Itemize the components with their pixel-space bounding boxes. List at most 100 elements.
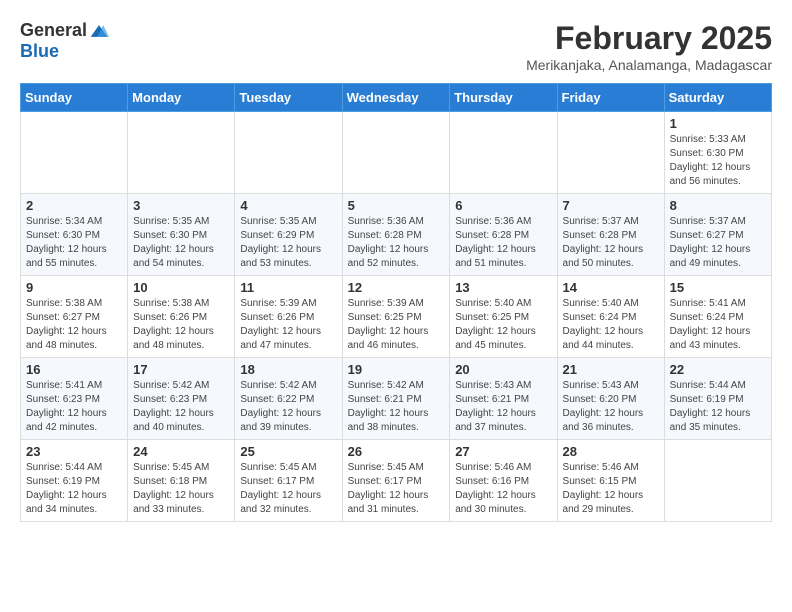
calendar-week-5: 23Sunrise: 5:44 AM Sunset: 6:19 PM Dayli… <box>21 440 772 522</box>
day-number: 20 <box>455 362 551 377</box>
day-info: Sunrise: 5:36 AM Sunset: 6:28 PM Dayligh… <box>455 215 551 271</box>
calendar-cell: 12 Sunrise: 5:39 AM Sunset: 6:25 PM Dayli… <box>342 276 450 358</box>
day-info: Sunrise: 5:34 AM Sunset: 6:30 PM Dayligh… <box>26 215 122 271</box>
day-info: Sunrise: 5:46 AM Sunset: 6:15 PM Dayligh… <box>563 461 659 517</box>
calendar-cell: 2 Sunrise: 5:34 AM Sunset: 6:30 PM Daylig… <box>21 194 128 276</box>
calendar-cell: 23Sunrise: 5:44 AM Sunset: 6:19 PM Dayli… <box>21 440 128 522</box>
day-info: Sunrise: 5:40 AM Sunset: 6:25 PM Dayligh… <box>455 297 551 353</box>
weekday-header-sunday: Sunday <box>21 84 128 112</box>
calendar-cell: 6 Sunrise: 5:36 AM Sunset: 6:28 PM Daylig… <box>450 194 557 276</box>
calendar-week-2: 2 Sunrise: 5:34 AM Sunset: 6:30 PM Daylig… <box>21 194 772 276</box>
day-info: Sunrise: 5:36 AM Sunset: 6:28 PM Dayligh… <box>348 215 445 271</box>
calendar-cell: 18 Sunrise: 5:42 AM Sunset: 6:22 PM Dayli… <box>235 358 342 440</box>
day-number: 24 <box>133 444 229 459</box>
day-number: 14 <box>563 280 659 295</box>
day-number: 28 <box>563 444 659 459</box>
day-number: 22 <box>670 362 766 377</box>
calendar-cell: 25 Sunrise: 5:45 AM Sunset: 6:17 PM Dayli… <box>235 440 342 522</box>
calendar-cell: 21 Sunrise: 5:43 AM Sunset: 6:20 PM Dayli… <box>557 358 664 440</box>
day-number: 1 <box>670 116 766 131</box>
location-title: Merikanjaka, Analamanga, Madagascar <box>526 57 772 73</box>
calendar-week-1: 1 Sunrise: 5:33 AM Sunset: 6:30 PM Daylig… <box>21 112 772 194</box>
calendar-cell: 28 Sunrise: 5:46 AM Sunset: 6:15 PM Dayli… <box>557 440 664 522</box>
logo: General Blue <box>20 20 109 62</box>
logo-blue-text: Blue <box>20 41 59 62</box>
calendar-week-3: 9 Sunrise: 5:38 AM Sunset: 6:27 PM Daylig… <box>21 276 772 358</box>
day-info: Sunrise: 5:33 AM Sunset: 6:30 PM Dayligh… <box>670 133 766 189</box>
day-info: Sunrise: 5:42 AM Sunset: 6:21 PM Dayligh… <box>348 379 445 435</box>
weekday-header-tuesday: Tuesday <box>235 84 342 112</box>
logo-general-text: General <box>20 20 87 41</box>
day-info: Sunrise: 5:37 AM Sunset: 6:28 PM Dayligh… <box>563 215 659 271</box>
day-number: 13 <box>455 280 551 295</box>
calendar-cell: 5 Sunrise: 5:36 AM Sunset: 6:28 PM Daylig… <box>342 194 450 276</box>
day-info: Sunrise: 5:42 AM Sunset: 6:23 PM Dayligh… <box>133 379 229 435</box>
day-number: 26 <box>348 444 445 459</box>
weekday-header-thursday: Thursday <box>450 84 557 112</box>
month-title: February 2025 <box>526 20 772 57</box>
calendar-cell <box>235 112 342 194</box>
title-area: February 2025 Merikanjaka, Analamanga, M… <box>526 20 772 73</box>
day-number: 12 <box>348 280 445 295</box>
weekday-header-wednesday: Wednesday <box>342 84 450 112</box>
day-info: Sunrise: 5:38 AM Sunset: 6:27 PM Dayligh… <box>26 297 122 353</box>
day-info: Sunrise: 5:45 AM Sunset: 6:17 PM Dayligh… <box>240 461 336 517</box>
day-number: 19 <box>348 362 445 377</box>
calendar: SundayMondayTuesdayWednesdayThursdayFrid… <box>20 83 772 522</box>
day-number: 9 <box>26 280 122 295</box>
day-number: 6 <box>455 198 551 213</box>
day-info: Sunrise: 5:46 AM Sunset: 6:16 PM Dayligh… <box>455 461 551 517</box>
calendar-week-4: 16Sunrise: 5:41 AM Sunset: 6:23 PM Dayli… <box>21 358 772 440</box>
day-info: Sunrise: 5:37 AM Sunset: 6:27 PM Dayligh… <box>670 215 766 271</box>
calendar-header-row: SundayMondayTuesdayWednesdayThursdayFrid… <box>21 84 772 112</box>
calendar-cell: 13 Sunrise: 5:40 AM Sunset: 6:25 PM Dayli… <box>450 276 557 358</box>
calendar-cell: 24 Sunrise: 5:45 AM Sunset: 6:18 PM Dayli… <box>128 440 235 522</box>
day-info: Sunrise: 5:43 AM Sunset: 6:20 PM Dayligh… <box>563 379 659 435</box>
calendar-cell: 20Sunrise: 5:43 AM Sunset: 6:21 PM Dayli… <box>450 358 557 440</box>
day-info: Sunrise: 5:39 AM Sunset: 6:25 PM Dayligh… <box>348 297 445 353</box>
calendar-cell: 15Sunrise: 5:41 AM Sunset: 6:24 PM Dayli… <box>664 276 771 358</box>
calendar-cell: 14 Sunrise: 5:40 AM Sunset: 6:24 PM Dayli… <box>557 276 664 358</box>
calendar-cell: 7 Sunrise: 5:37 AM Sunset: 6:28 PM Daylig… <box>557 194 664 276</box>
calendar-cell: 4 Sunrise: 5:35 AM Sunset: 6:29 PM Daylig… <box>235 194 342 276</box>
calendar-cell: 22 Sunrise: 5:44 AM Sunset: 6:19 PM Dayli… <box>664 358 771 440</box>
calendar-cell: 11Sunrise: 5:39 AM Sunset: 6:26 PM Dayli… <box>235 276 342 358</box>
day-info: Sunrise: 5:40 AM Sunset: 6:24 PM Dayligh… <box>563 297 659 353</box>
day-number: 10 <box>133 280 229 295</box>
day-info: Sunrise: 5:42 AM Sunset: 6:22 PM Dayligh… <box>240 379 336 435</box>
day-number: 15 <box>670 280 766 295</box>
weekday-header-saturday: Saturday <box>664 84 771 112</box>
day-number: 4 <box>240 198 336 213</box>
day-number: 21 <box>563 362 659 377</box>
day-number: 3 <box>133 198 229 213</box>
day-number: 17 <box>133 362 229 377</box>
day-info: Sunrise: 5:45 AM Sunset: 6:17 PM Dayligh… <box>348 461 445 517</box>
day-info: Sunrise: 5:45 AM Sunset: 6:18 PM Dayligh… <box>133 461 229 517</box>
calendar-cell: 27 Sunrise: 5:46 AM Sunset: 6:16 PM Dayli… <box>450 440 557 522</box>
day-info: Sunrise: 5:44 AM Sunset: 6:19 PM Dayligh… <box>26 461 122 517</box>
day-number: 18 <box>240 362 336 377</box>
day-number: 16 <box>26 362 122 377</box>
day-number: 2 <box>26 198 122 213</box>
day-number: 8 <box>670 198 766 213</box>
day-number: 27 <box>455 444 551 459</box>
day-number: 5 <box>348 198 445 213</box>
day-number: 7 <box>563 198 659 213</box>
calendar-cell: 1 Sunrise: 5:33 AM Sunset: 6:30 PM Daylig… <box>664 112 771 194</box>
calendar-cell <box>557 112 664 194</box>
calendar-cell: 17 Sunrise: 5:42 AM Sunset: 6:23 PM Dayli… <box>128 358 235 440</box>
day-info: Sunrise: 5:44 AM Sunset: 6:19 PM Dayligh… <box>670 379 766 435</box>
header: General Blue February 2025 Merikanjaka, … <box>20 20 772 73</box>
calendar-cell <box>664 440 771 522</box>
day-info: Sunrise: 5:35 AM Sunset: 6:30 PM Dayligh… <box>133 215 229 271</box>
day-info: Sunrise: 5:35 AM Sunset: 6:29 PM Dayligh… <box>240 215 336 271</box>
calendar-cell: 26 Sunrise: 5:45 AM Sunset: 6:17 PM Dayli… <box>342 440 450 522</box>
weekday-header-monday: Monday <box>128 84 235 112</box>
calendar-cell: 10 Sunrise: 5:38 AM Sunset: 6:26 PM Dayli… <box>128 276 235 358</box>
day-number: 11 <box>240 280 336 295</box>
calendar-cell: 16Sunrise: 5:41 AM Sunset: 6:23 PM Dayli… <box>21 358 128 440</box>
day-info: Sunrise: 5:38 AM Sunset: 6:26 PM Dayligh… <box>133 297 229 353</box>
calendar-cell <box>128 112 235 194</box>
day-number: 25 <box>240 444 336 459</box>
calendar-cell: 3 Sunrise: 5:35 AM Sunset: 6:30 PM Daylig… <box>128 194 235 276</box>
